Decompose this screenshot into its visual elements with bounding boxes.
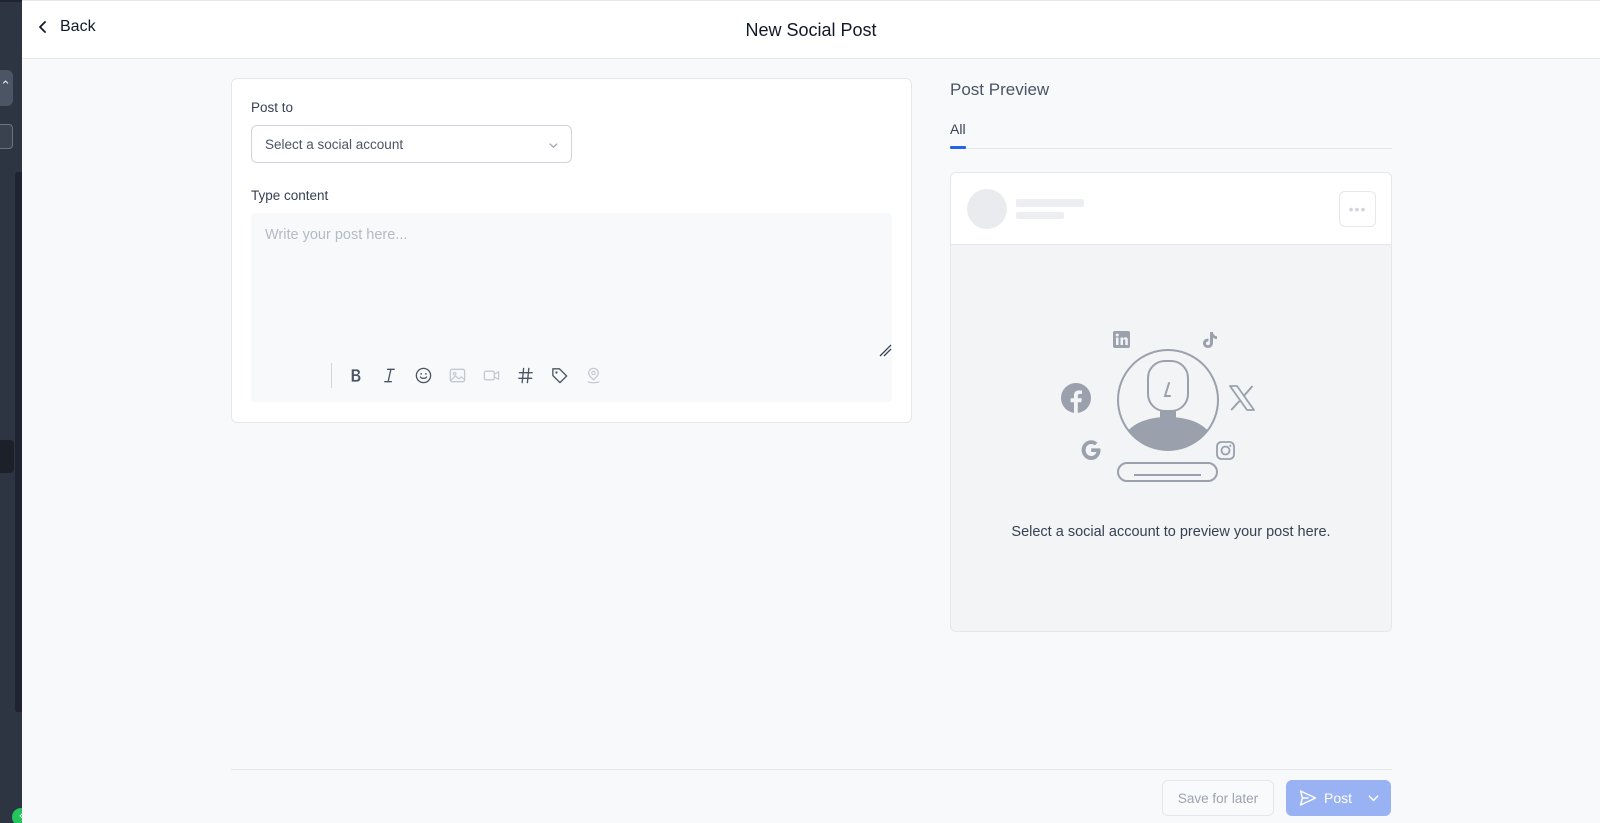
save-for-later-button[interactable]: Save for later <box>1162 780 1274 816</box>
emoji-icon <box>415 367 431 384</box>
rail-active-item[interactable] <box>0 440 14 473</box>
instagram-icon <box>1216 441 1235 460</box>
tabs-divider <box>950 148 1392 149</box>
preview-post-header: ••• <box>951 173 1391 245</box>
switcher-chevron-icon: ⌃ <box>0 79 11 94</box>
italic-button[interactable] <box>378 365 400 387</box>
emoji-button[interactable] <box>412 365 434 387</box>
location-button[interactable] <box>582 365 604 387</box>
rail-scrollbar[interactable] <box>15 172 22 712</box>
rail-icon-button[interactable] <box>0 124 13 149</box>
rail-top-edge <box>0 0 22 2</box>
image-button[interactable] <box>446 365 468 387</box>
editor-toolbar <box>331 363 616 388</box>
tiktok-icon <box>1203 332 1217 348</box>
send-icon <box>1299 790 1317 806</box>
post-button-label: Post <box>1324 790 1353 806</box>
more-options-icon: ••• <box>1339 191 1376 227</box>
linkedin-icon <box>1113 331 1130 348</box>
video-icon <box>483 370 499 381</box>
social-account-placeholder: Select a social account <box>265 137 404 152</box>
content-editor <box>251 213 892 402</box>
placeholder-name-bar <box>1117 462 1218 482</box>
image-icon <box>449 368 465 383</box>
app-sidebar-rail: ⌃ ‹ <box>0 0 22 823</box>
type-content-label: Type content <box>251 188 329 203</box>
skeleton-handle-line <box>1016 212 1064 219</box>
hashtag-icon <box>517 367 533 384</box>
x-icon <box>1229 385 1255 411</box>
location-icon <box>586 367 600 384</box>
compose-card: Post to Select a social account Type con… <box>231 78 912 423</box>
hashtag-button[interactable] <box>514 365 536 387</box>
tag-icon <box>551 368 567 384</box>
video-button[interactable] <box>480 365 502 387</box>
bold-icon <box>351 369 360 382</box>
resize-handle-icon[interactable] <box>878 343 892 357</box>
toolbar-divider <box>331 363 332 388</box>
tag-button[interactable] <box>548 365 570 387</box>
tab-all-active-indicator <box>950 146 966 149</box>
post-preview-title: Post Preview <box>950 80 1050 99</box>
google-icon <box>1081 440 1101 460</box>
workspace-switcher-button[interactable]: ⌃ <box>0 70 13 106</box>
page-title: New Social Post <box>745 20 877 40</box>
page-header: Back New Social Post <box>22 0 1600 59</box>
skeleton-name-line <box>1016 199 1084 207</box>
facebook-icon <box>1061 383 1091 413</box>
chevron-down-icon[interactable] <box>1368 793 1379 804</box>
italic-icon <box>383 368 395 383</box>
post-to-label: Post to <box>251 100 294 115</box>
collapse-sidebar-icon[interactable]: ‹ <box>12 808 22 823</box>
chevron-down-icon <box>549 143 558 149</box>
tab-all[interactable]: All <box>950 121 966 137</box>
preview-empty-message: Select a social account to preview your … <box>1011 524 1331 540</box>
bold-button[interactable] <box>344 365 366 387</box>
post-preview-card: ••• Select a social account to preview y… <box>950 172 1392 632</box>
post-button[interactable]: Post <box>1286 780 1391 816</box>
footer-divider <box>231 769 1392 770</box>
placeholder-user-avatar <box>1117 349 1219 451</box>
avatar <box>967 189 1007 229</box>
social-accounts-illustration <box>1061 331 1255 482</box>
social-account-select[interactable]: Select a social account <box>251 125 572 163</box>
post-content-input[interactable] <box>251 213 892 353</box>
